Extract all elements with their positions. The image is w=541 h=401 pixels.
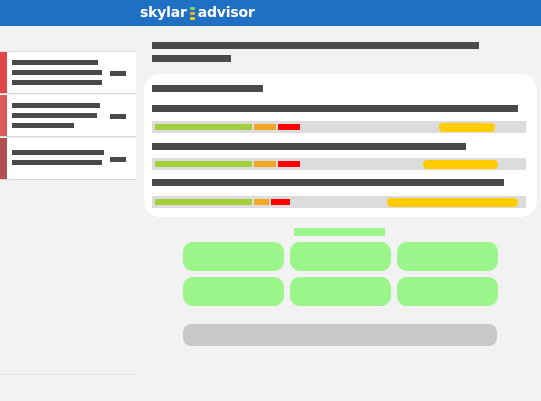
sidebar-item-count xyxy=(110,157,126,162)
metric-row-label xyxy=(152,143,466,150)
seg-warning xyxy=(254,124,276,130)
metric-timeline-bar xyxy=(152,196,526,208)
action-button-5[interactable] xyxy=(290,277,391,306)
sidebar-item-title xyxy=(12,150,104,155)
app-header: skylar advisor xyxy=(0,0,541,26)
seg-warning xyxy=(254,199,269,205)
logo-text-advisor: advisor xyxy=(197,5,255,21)
metric-row-label xyxy=(152,105,518,112)
action-button-6[interactable] xyxy=(397,277,498,306)
seg-healthy xyxy=(155,199,252,205)
sidebar-item[interactable] xyxy=(0,95,136,137)
sidebar-item-title xyxy=(12,60,98,65)
metric-timeline-bar xyxy=(152,121,526,133)
severity-stripe xyxy=(0,52,7,93)
action-button-3[interactable] xyxy=(397,242,498,271)
metric-timeline-bar xyxy=(152,158,526,170)
sidebar-item-count xyxy=(110,114,126,119)
logo-mark-dash-2 xyxy=(189,11,195,15)
sidebar-item-subtitle xyxy=(12,160,102,165)
severity-stripe xyxy=(0,138,7,179)
seg-critical xyxy=(278,124,300,130)
seg-healthy xyxy=(155,161,252,167)
page-title xyxy=(152,42,479,49)
metric-row-label xyxy=(152,179,504,186)
seg-critical xyxy=(271,199,290,205)
sidebar-item-subtitle xyxy=(12,113,97,118)
sidebar-item[interactable] xyxy=(0,138,136,180)
logo-mark-dash-1 xyxy=(189,6,195,10)
page-subtitle xyxy=(152,55,231,62)
card-heading xyxy=(152,85,263,92)
skylar-advisor-logo: skylar advisor xyxy=(140,4,255,22)
sidebar-footer xyxy=(0,374,136,401)
sidebar-item-subtitle xyxy=(12,70,102,75)
action-button-4[interactable] xyxy=(183,277,284,306)
sidebar-header xyxy=(0,26,136,52)
sidebar-item-title xyxy=(12,103,100,108)
sidebar-item-detail xyxy=(12,80,102,85)
action-button-2[interactable] xyxy=(290,242,391,271)
actions-heading xyxy=(294,228,385,236)
seg-healthy xyxy=(155,124,252,130)
action-button-1[interactable] xyxy=(183,242,284,271)
seg-warning xyxy=(254,161,276,167)
logo-mark-dash-3 xyxy=(189,16,195,20)
sidebar-item-detail xyxy=(12,123,74,128)
seg-critical xyxy=(278,161,300,167)
seg-forecast xyxy=(439,122,495,132)
sidebar-item-count xyxy=(110,71,126,76)
seg-forecast xyxy=(387,197,518,207)
seg-forecast xyxy=(423,159,498,169)
severity-stripe xyxy=(0,95,7,136)
sidebar-item[interactable] xyxy=(0,52,136,94)
logo-text-skylar: skylar xyxy=(140,5,187,21)
view-more-button[interactable] xyxy=(183,324,497,346)
logo-mark-icon xyxy=(189,6,195,20)
